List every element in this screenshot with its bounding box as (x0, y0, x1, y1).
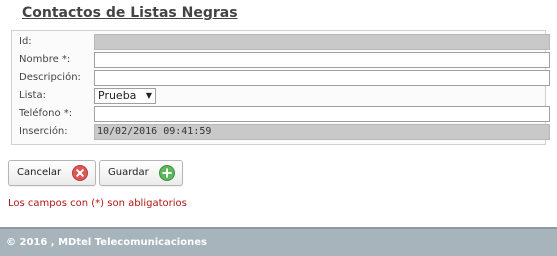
required-fields-note: Los campos con (*) son abligatorios (8, 198, 187, 209)
id-field (94, 34, 550, 50)
page-title: Contactos de Listas Negras (22, 5, 238, 21)
telefono-label: Teléfono *: (19, 108, 73, 119)
plus-circle-icon (159, 165, 175, 181)
nombre-field[interactable] (94, 52, 550, 68)
id-label: Id: (19, 36, 32, 47)
lista-label: Lista: (19, 90, 46, 101)
lista-select[interactable]: Prueba ▼ (94, 88, 156, 104)
telefono-field[interactable] (94, 106, 550, 122)
contact-form: Id: Nombre *: Descripción: Lista: Prueba… (11, 30, 550, 145)
nombre-label: Nombre *: (19, 54, 71, 65)
close-circle-icon (72, 165, 88, 181)
save-button[interactable]: Guardar (99, 160, 183, 186)
descripcion-label: Descripción: (19, 72, 81, 83)
cancel-button-label: Cancelar (17, 167, 62, 178)
descripcion-field[interactable] (94, 70, 550, 86)
cancel-button[interactable]: Cancelar (8, 160, 96, 186)
footer: © 2016 , MDtel Telecomunicaciones (0, 227, 557, 256)
insercion-field: 10/02/2016 09:41:59 (94, 124, 550, 140)
save-button-label: Guardar (108, 167, 149, 178)
insercion-label: Inserción: (19, 126, 68, 137)
lista-selected-value: Prueba (98, 89, 137, 102)
chevron-down-icon: ▼ (145, 91, 152, 100)
footer-copyright: © 2016 , MDtel Telecomunicaciones (6, 237, 207, 248)
